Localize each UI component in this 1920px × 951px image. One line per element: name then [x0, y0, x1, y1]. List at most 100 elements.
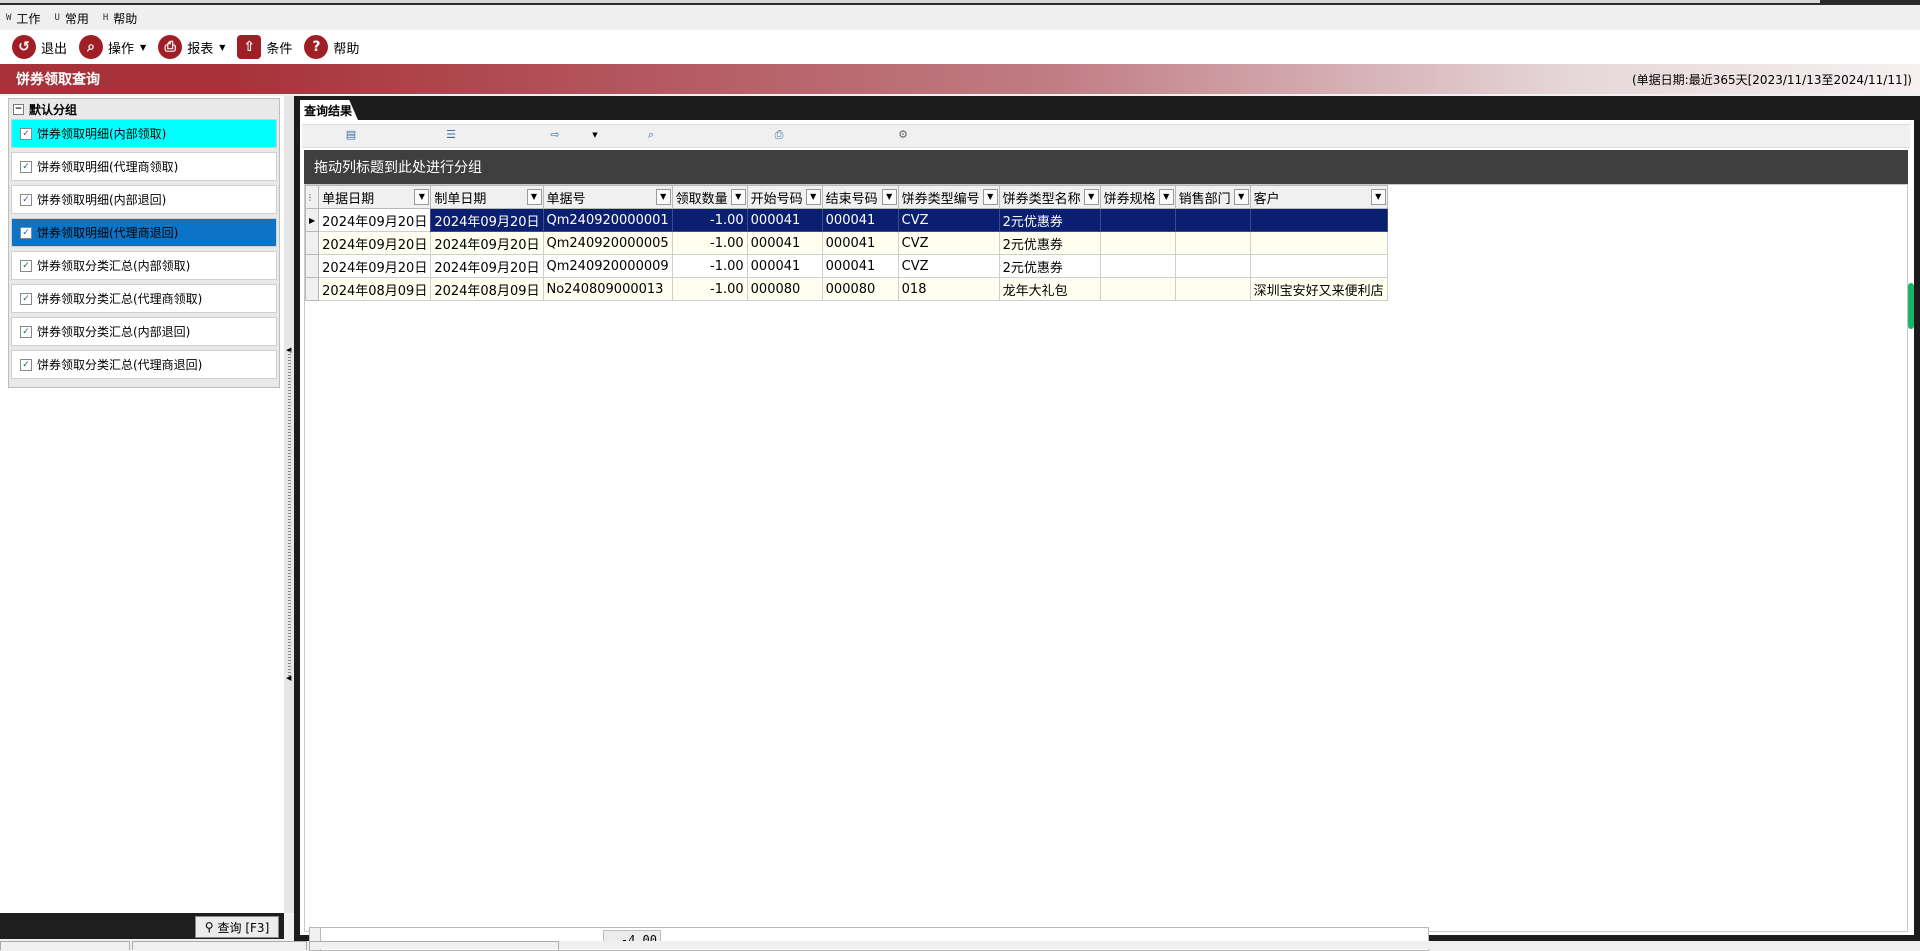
- checkbox-icon[interactable]: ✓: [20, 292, 32, 305]
- table-cell[interactable]: 000041: [746, 254, 823, 278]
- export-dropdown-icon[interactable]: ▼: [588, 128, 602, 142]
- filter-dropdown-icon[interactable]: ▼: [805, 189, 821, 205]
- find-icon[interactable]: ⌕: [644, 128, 658, 142]
- table-cell[interactable]: 2元优惠券: [998, 254, 1101, 278]
- column-header[interactable]: 单据日期 ▼: [318, 185, 432, 209]
- menu-item-common[interactable]: U 常用: [54, 10, 88, 27]
- table-row[interactable]: 2024年09月20日 2024年09月20日 Qm240920000005 -1.0…: [304, 231, 1388, 255]
- filter-dropdown-icon[interactable]: ▼: [982, 189, 998, 205]
- help-button[interactable]: ? 帮助: [304, 35, 359, 59]
- table-cell[interactable]: [1099, 277, 1176, 301]
- row-indicator[interactable]: ▶: [304, 208, 320, 232]
- table-cell[interactable]: [1249, 254, 1388, 278]
- table-cell[interactable]: [1174, 231, 1251, 255]
- table-row[interactable]: 2024年09月20日 2024年09月20日 Qm240920000009 -1.0…: [304, 254, 1388, 278]
- table-cell[interactable]: -1.00: [671, 208, 748, 232]
- splitter-handle[interactable]: ◀ ◀: [284, 96, 294, 913]
- table-cell[interactable]: 000041: [821, 254, 899, 278]
- table-cell[interactable]: 2024年09月20日: [430, 208, 544, 232]
- filter-dropdown-icon[interactable]: ▼: [1233, 189, 1249, 205]
- table-row[interactable]: ▶ 2024年09月20日 2024年09月20日 Qm240920000001 -1.…: [304, 208, 1388, 232]
- sidebar-item[interactable]: ✓ 饼券领取分类汇总(内部领取): [11, 251, 277, 280]
- export-icon[interactable]: ⇨: [548, 128, 562, 142]
- menu-item-work[interactable]: W 工作: [6, 10, 40, 27]
- table-cell[interactable]: 2元优惠券: [998, 208, 1101, 232]
- column-header[interactable]: 开始号码 ▼: [746, 185, 823, 209]
- row-indicator[interactable]: [304, 254, 320, 278]
- report-button[interactable]: ⎙ 报表 ▼: [158, 35, 225, 59]
- print-icon[interactable]: ⎙: [772, 128, 786, 142]
- table-cell[interactable]: [1174, 208, 1251, 232]
- table-cell[interactable]: -1.00: [671, 277, 748, 301]
- exit-button[interactable]: ↺ 退出: [12, 35, 67, 59]
- column-header[interactable]: 饼券规格 ▼: [1099, 185, 1176, 209]
- sidebar-item[interactable]: ✓ 饼券领取明细(代理商退回): [11, 218, 277, 247]
- table-cell[interactable]: [1099, 231, 1176, 255]
- table-cell[interactable]: [1249, 208, 1388, 232]
- checkbox-icon[interactable]: ✓: [20, 127, 32, 140]
- settings-icon[interactable]: ⚙: [896, 128, 910, 142]
- filter-dropdown-icon[interactable]: ▼: [1083, 189, 1099, 205]
- filter-dropdown-icon[interactable]: ▼: [655, 189, 671, 205]
- group-by-panel[interactable]: 拖动列标题到此处进行分组: [304, 150, 1908, 184]
- table-cell[interactable]: [1099, 208, 1176, 232]
- checkbox-icon[interactable]: ✓: [20, 325, 32, 338]
- table-cell[interactable]: 2024年09月20日: [318, 231, 432, 255]
- query-button[interactable]: ⚲ 查询 [F3]: [195, 916, 279, 938]
- row-indicator[interactable]: [304, 231, 320, 255]
- sidebar-item[interactable]: ✓ 饼券领取明细(代理商领取): [11, 152, 277, 181]
- checkbox-icon[interactable]: ✓: [20, 358, 32, 371]
- table-cell[interactable]: 2024年09月20日: [318, 208, 432, 232]
- table-cell[interactable]: No240809000013: [542, 277, 673, 301]
- sidebar-item[interactable]: ✓ 饼券领取分类汇总(内部退回): [11, 317, 277, 346]
- table-cell[interactable]: CVZ: [897, 254, 1000, 278]
- column-header[interactable]: 销售部门 ▼: [1174, 185, 1251, 209]
- column-header[interactable]: 单据号 ▼: [542, 185, 673, 209]
- table-cell[interactable]: CVZ: [897, 231, 1000, 255]
- filter-dropdown-icon[interactable]: ▼: [1370, 189, 1386, 205]
- column-header[interactable]: 结束号码 ▼: [821, 185, 899, 209]
- column-header[interactable]: 制单日期 ▼: [430, 185, 544, 209]
- table-cell[interactable]: -1.00: [671, 231, 748, 255]
- checkbox-icon[interactable]: ✓: [20, 259, 32, 272]
- table-cell[interactable]: [1099, 254, 1176, 278]
- sidebar-item[interactable]: ✓ 饼券领取明细(内部退回): [11, 185, 277, 214]
- table-cell[interactable]: [1174, 254, 1251, 278]
- column-header[interactable]: 饼券类型名称 ▼: [998, 185, 1101, 209]
- table-cell[interactable]: 018: [897, 277, 1000, 301]
- checkbox-icon[interactable]: ✓: [20, 160, 32, 173]
- sidebar-item[interactable]: ✓ 饼券领取分类汇总(代理商退回): [11, 350, 277, 379]
- table-cell[interactable]: Qm240920000005: [542, 231, 673, 255]
- table-cell[interactable]: 2024年08月09日: [318, 277, 432, 301]
- sidebar-item[interactable]: ✓ 饼券领取分类汇总(代理商领取): [11, 284, 277, 313]
- column-header[interactable]: 客户 ▼: [1249, 185, 1388, 209]
- table-cell[interactable]: 2024年09月20日: [430, 231, 544, 255]
- table-cell[interactable]: 2024年09月20日: [318, 254, 432, 278]
- table-cell[interactable]: Qm240920000001: [542, 208, 673, 232]
- row-indicator[interactable]: [304, 277, 320, 301]
- tab-query-results[interactable]: 查询结果: [300, 100, 358, 120]
- table-cell[interactable]: Qm240920000009: [542, 254, 673, 278]
- filter-dropdown-icon[interactable]: ▼: [526, 189, 542, 205]
- table-row[interactable]: 2024年08月09日 2024年08月09日 No240809000013 -1.0…: [304, 277, 1388, 301]
- collapse-group-icon[interactable]: ☰: [444, 128, 458, 142]
- table-cell[interactable]: 000041: [746, 208, 823, 232]
- collapse-left-icon[interactable]: ◀: [286, 674, 291, 682]
- group-header[interactable]: − 默认分组: [9, 99, 279, 119]
- checkbox-icon[interactable]: ✓: [20, 226, 32, 239]
- filter-dropdown-icon[interactable]: ▼: [730, 189, 746, 205]
- filter-dropdown-icon[interactable]: ▼: [881, 189, 897, 205]
- table-cell[interactable]: 深圳宝安好又来便利店: [1249, 277, 1388, 301]
- table-cell[interactable]: 000041: [821, 208, 899, 232]
- table-cell[interactable]: [1174, 277, 1251, 301]
- table-cell[interactable]: 龙年大礼包: [998, 277, 1101, 301]
- table-cell[interactable]: 000080: [746, 277, 823, 301]
- column-header[interactable]: 饼券类型编号 ▼: [897, 185, 1000, 209]
- table-cell[interactable]: 000080: [821, 277, 899, 301]
- collapse-icon[interactable]: −: [13, 103, 24, 115]
- operate-button[interactable]: ⌕ 操作 ▼: [79, 35, 146, 59]
- condition-button[interactable]: ⇧ 条件: [237, 35, 292, 59]
- table-cell[interactable]: [1249, 231, 1388, 255]
- table-cell[interactable]: 2024年08月09日: [430, 277, 544, 301]
- table-cell[interactable]: 2024年09月20日: [430, 254, 544, 278]
